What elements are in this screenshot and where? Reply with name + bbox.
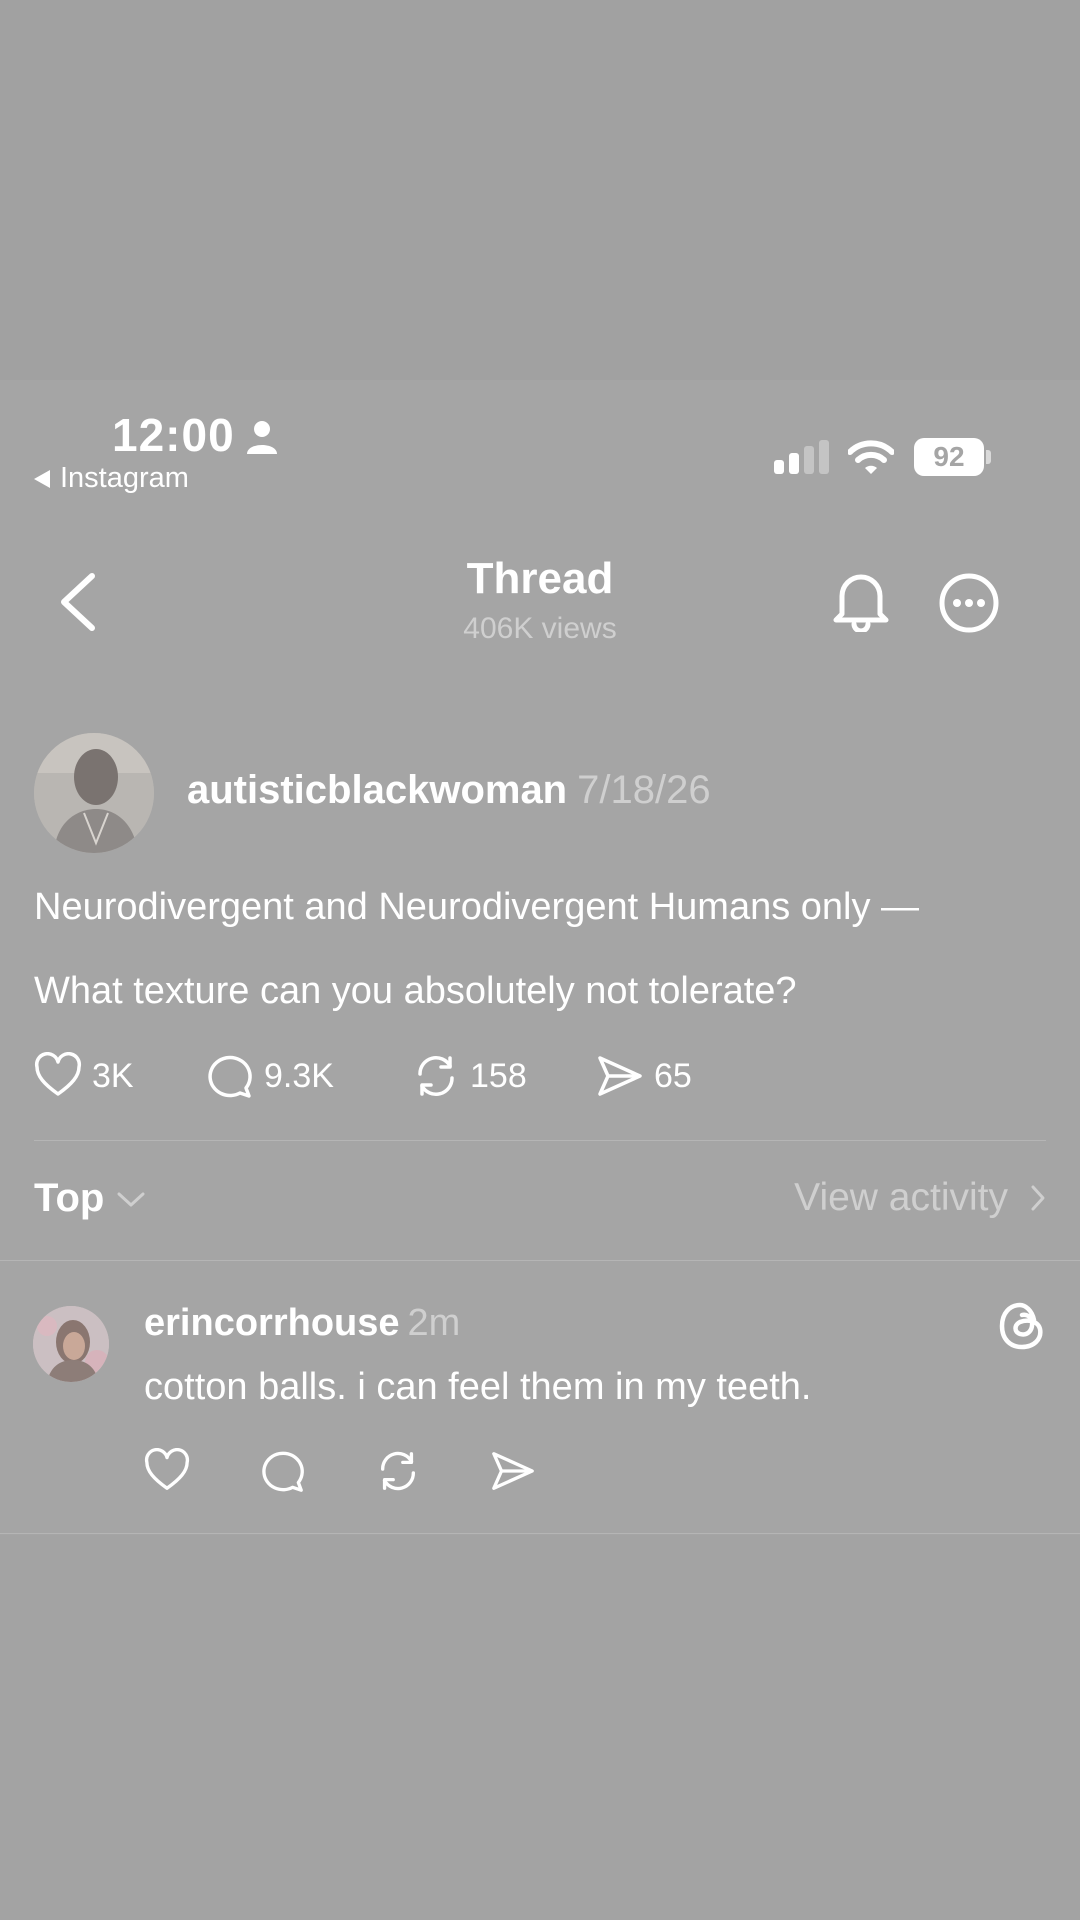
post-author-avatar[interactable]	[34, 733, 154, 853]
back-triangle-icon	[34, 469, 50, 488]
like-count: 3K	[92, 1056, 134, 1095]
more-options-icon[interactable]	[938, 572, 1000, 634]
view-count: 406K views	[463, 612, 617, 645]
back-app-label: Instagram	[60, 462, 189, 494]
sort-label: Top	[34, 1176, 105, 1220]
bell-icon[interactable]	[832, 568, 890, 632]
reply-author-avatar[interactable]	[33, 1306, 109, 1382]
share-count: 65	[654, 1056, 692, 1095]
post-username[interactable]: autisticblackwoman	[187, 768, 567, 812]
avatar-photo	[34, 733, 154, 853]
reply-repost-icon[interactable]	[375, 1448, 421, 1494]
comment-button[interactable]: 9.3K	[206, 1052, 334, 1100]
reply-username[interactable]: erincorrhouse	[144, 1302, 400, 1344]
repost-icon	[418, 1056, 454, 1096]
divider	[34, 1140, 1046, 1141]
divider	[0, 1533, 1080, 1534]
like-button[interactable]: 3K	[34, 1052, 134, 1100]
repost-count: 158	[470, 1056, 527, 1095]
view-activity-link[interactable]: View activity	[794, 1176, 1046, 1220]
top-dim-area	[0, 0, 1080, 380]
reply-comment-icon[interactable]	[260, 1448, 306, 1494]
bottom-dim-area	[0, 1535, 1080, 1920]
reply-time: 2m	[407, 1302, 461, 1344]
comment-count: 9.3K	[264, 1056, 334, 1095]
heart-icon	[34, 1052, 82, 1096]
reply-send-icon[interactable]	[490, 1448, 536, 1494]
share-button[interactable]: 65	[596, 1052, 692, 1100]
post-text-line-2: What texture can you absolutely not tole…	[34, 970, 797, 1012]
post-date: 7/18/26	[577, 768, 711, 812]
threads-logo-icon	[999, 1302, 1043, 1350]
avatar-photo	[33, 1306, 109, 1382]
divider	[0, 1260, 1080, 1261]
reply-heart-icon[interactable]	[144, 1448, 190, 1494]
signal-icon	[774, 440, 829, 474]
send-icon	[598, 1056, 642, 1096]
chevron-right-icon	[1031, 1185, 1045, 1211]
post-text-line-1: Neurodivergent and Neurodivergent Humans…	[34, 886, 920, 928]
reply-author[interactable]: erincorrhouse 2m	[144, 1302, 460, 1345]
back-to-app-link[interactable]: Instagram	[34, 462, 189, 495]
sort-dropdown[interactable]: Top	[34, 1176, 146, 1221]
chevron-down-icon	[117, 1192, 145, 1206]
page-title: Thread	[466, 554, 614, 603]
view-activity-label: View activity	[794, 1176, 1008, 1219]
reply-text: cotton balls. i can feel them in my teet…	[144, 1366, 812, 1408]
battery-indicator: 92	[914, 438, 984, 476]
wifi-icon	[848, 440, 894, 474]
person-icon	[247, 421, 277, 454]
status-time: 12:00	[112, 409, 235, 461]
repost-button[interactable]: 158	[412, 1052, 527, 1100]
comment-icon	[208, 1055, 252, 1098]
post-author[interactable]: autisticblackwoman 7/18/26	[187, 768, 711, 813]
battery-cap	[986, 450, 991, 464]
